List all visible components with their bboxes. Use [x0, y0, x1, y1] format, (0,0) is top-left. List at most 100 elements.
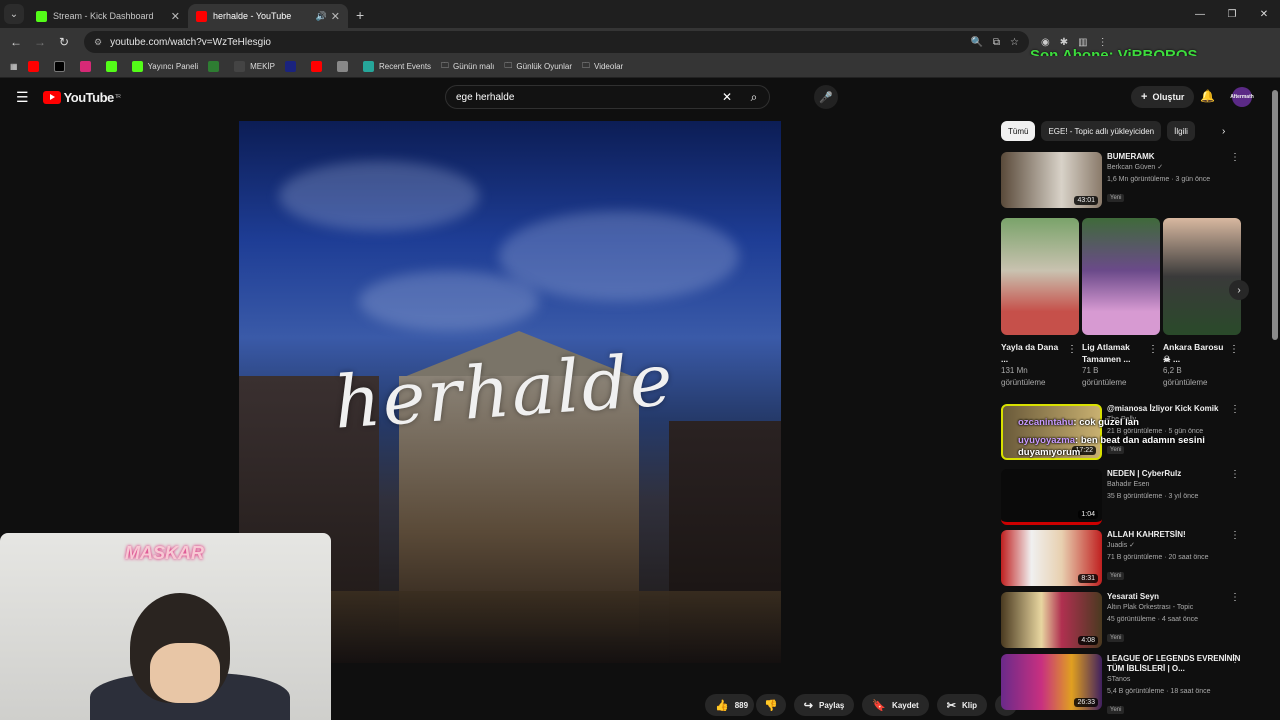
page-scrollbar[interactable]: [1270, 80, 1280, 720]
chip-all[interactable]: Tümü: [1001, 121, 1036, 141]
recommendation-item[interactable]: 43:01 BUMERAMK Berkcan Güven ✓ 1,6 Mn gö…: [1001, 152, 1246, 208]
close-tab-icon[interactable]: ✕: [331, 10, 340, 23]
chip-uploader[interactable]: EGE! - Topic adlı yükleyiciden: [1041, 121, 1162, 141]
short-item[interactable]: Ankara Barosu ☠ ... 6,2 B görüntüleme ⋮: [1163, 218, 1241, 389]
rec-channel[interactable]: Berkcan Güven ✓: [1107, 162, 1246, 174]
shorts-next-icon[interactable]: ›: [1229, 280, 1249, 300]
notifications-bell-icon[interactable]: 🔔: [1200, 89, 1215, 103]
recommendation-item[interactable]: 1:04 NEDEN | CyberRulz Bahadır Esen 35 B…: [1001, 469, 1246, 525]
more-options-icon[interactable]: ⋮: [1229, 344, 1239, 355]
dislike-button[interactable]: 👎: [756, 694, 786, 716]
recommendation-item[interactable]: 8:31 ALLAH KAHRETSİN! Juadis ✓ 71 B görü…: [1001, 530, 1246, 586]
rec-title[interactable]: ALLAH KAHRETSİN!: [1107, 530, 1246, 540]
recommendation-item[interactable]: 26:33 LEAGUE OF LEGENDS EVRENİNİN TÜM İB…: [1001, 654, 1246, 716]
short-thumbnail[interactable]: [1001, 218, 1079, 335]
forward-button[interactable]: →: [28, 35, 52, 49]
rec-channel[interactable]: STanos: [1107, 674, 1246, 686]
rec-title[interactable]: NEDEN | CyberRulz: [1107, 469, 1246, 479]
more-options-icon[interactable]: ⋮: [1230, 654, 1240, 665]
save-button[interactable]: 🔖 Kaydet: [862, 694, 929, 716]
rec-title[interactable]: LEAGUE OF LEGENDS EVRENİNİN TÜM İBLİSLER…: [1107, 654, 1246, 674]
rec-title[interactable]: BUMERAMK: [1107, 152, 1246, 162]
duration-label: 4:08: [1078, 636, 1098, 645]
short-title[interactable]: Yayla da Dana ...: [1001, 341, 1063, 365]
rec-channel[interactable]: Altın Plak Orkestrası - Topic: [1107, 602, 1246, 614]
hamburger-menu-icon[interactable]: ☰: [16, 89, 29, 106]
more-options-icon[interactable]: ⋮: [1067, 344, 1077, 355]
bookmark-image[interactable]: [337, 61, 353, 72]
bookmark-recent-events[interactable]: Recent Events: [363, 61, 431, 72]
create-button[interactable]: + Oluştur: [1131, 86, 1195, 108]
extension-icon[interactable]: ◉: [1041, 37, 1050, 48]
bookmark-yayinci-paneli[interactable]: Yayıncı Paneli: [131, 61, 198, 72]
clear-search-icon[interactable]: ✕: [715, 90, 739, 104]
clip-button[interactable]: ✂ Klip: [936, 694, 988, 716]
short-item[interactable]: Yayla da Dana ... 131 Mn görüntüleme ⋮: [1001, 218, 1079, 389]
video-thumbnail[interactable]: 1:04: [1001, 469, 1102, 525]
short-thumbnail[interactable]: [1163, 218, 1241, 335]
apps-icon[interactable]: ▦: [10, 62, 18, 71]
youtube-logo[interactable]: YouTube TR: [42, 90, 121, 105]
menu-icon[interactable]: ⋮: [1098, 37, 1108, 48]
tab-search-button[interactable]: ⌄: [4, 4, 24, 24]
search-icon[interactable]: ⌕: [739, 90, 769, 105]
address-bar[interactable]: ⚙ youtube.com/watch?v=WzTeHlesgio 🔍 ⧉ ☆: [84, 31, 1029, 53]
bookmark-app[interactable]: [208, 61, 224, 72]
bookmark-instagram[interactable]: [79, 61, 96, 72]
folder-gunun-mali[interactable]: 🗀 Günün malı: [441, 60, 494, 74]
bookmark-x[interactable]: [53, 61, 70, 72]
rec-title[interactable]: Yesarati Seyn: [1107, 592, 1246, 602]
short-thumbnail[interactable]: [1082, 218, 1160, 335]
recommendation-item[interactable]: 4:08 Yesarati Seyn Altın Plak Orkestrası…: [1001, 592, 1246, 648]
rec-meta: 1,6 Mn görüntüleme · 3 gün önce: [1107, 176, 1211, 183]
bookmark-flag[interactable]: [285, 61, 301, 72]
site-info-icon[interactable]: ⚙: [94, 37, 102, 48]
more-options-icon[interactable]: ⋮: [1230, 530, 1240, 541]
rec-title[interactable]: @mianosa İzliyor Kick Komik: [1107, 404, 1246, 414]
short-title[interactable]: Ankara Barosu ☠ ...: [1163, 341, 1225, 365]
folder-videolar[interactable]: 🗀 Videolar: [582, 60, 623, 74]
bookmark-youtube[interactable]: [27, 61, 44, 72]
bookmark-yt2[interactable]: [311, 61, 327, 72]
scrollbar-thumb[interactable]: [1272, 90, 1278, 340]
sidepanel-icon[interactable]: ▥: [1078, 37, 1087, 48]
more-options-icon[interactable]: ⋮: [1230, 404, 1240, 415]
video-thumbnail[interactable]: 43:01: [1001, 152, 1102, 208]
chips-next-icon[interactable]: ›: [1222, 126, 1225, 137]
restore-button[interactable]: ❐: [1216, 0, 1248, 28]
search-input[interactable]: ege herhalde: [456, 92, 715, 103]
folder-gunluk-oyunlar[interactable]: 🗀 Günlük Oyunlar: [504, 60, 572, 74]
like-button[interactable]: 👍 889: [705, 694, 755, 716]
short-item[interactable]: Lig Atlamak Tamamen ... 71 B görüntüleme…: [1082, 218, 1160, 389]
bookmark-star-icon[interactable]: ☆: [1010, 37, 1019, 48]
speaker-icon[interactable]: 🔊: [316, 11, 327, 22]
tab-kick-dashboard[interactable]: Stream - Kick Dashboard ✕: [28, 4, 188, 28]
video-thumbnail[interactable]: 8:31: [1001, 530, 1102, 586]
video-thumbnail[interactable]: 4:08: [1001, 592, 1102, 648]
bookmark-mekip[interactable]: MEKİP: [234, 61, 275, 72]
cast-icon[interactable]: ⧉: [993, 37, 1000, 48]
close-window-button[interactable]: ✕: [1248, 0, 1280, 28]
close-tab-icon[interactable]: ✕: [171, 10, 180, 23]
zoom-icon[interactable]: 🔍: [970, 37, 982, 48]
rec-channel[interactable]: Juadis ✓: [1107, 540, 1246, 552]
reload-button[interactable]: ↻: [52, 35, 76, 49]
voice-search-icon[interactable]: 🎤: [814, 85, 838, 109]
back-button[interactable]: ←: [4, 35, 28, 49]
rec-channel[interactable]: Bahadır Esen: [1107, 479, 1246, 491]
new-tab-button[interactable]: +: [356, 7, 364, 23]
more-options-icon[interactable]: ⋮: [1148, 344, 1158, 355]
minimize-button[interactable]: —: [1184, 0, 1216, 28]
short-title[interactable]: Lig Atlamak Tamamen ...: [1082, 341, 1144, 365]
search-box[interactable]: ege herhalde ✕ ⌕: [445, 85, 770, 109]
more-options-icon[interactable]: ⋮: [1230, 469, 1240, 480]
bookmark-kick[interactable]: [105, 61, 122, 72]
more-options-icon[interactable]: ⋮: [1230, 152, 1240, 163]
video-thumbnail[interactable]: 26:33: [1001, 654, 1102, 710]
more-options-icon[interactable]: ⋮: [1230, 592, 1240, 603]
puzzle-icon[interactable]: ✱: [1060, 37, 1068, 48]
tab-youtube[interactable]: herhalde - YouTube 🔊 ✕: [188, 4, 348, 28]
account-avatar[interactable]: Aftermath: [1230, 87, 1254, 107]
share-button[interactable]: ↪ Paylaş: [793, 694, 855, 716]
chip-related[interactable]: İlgili: [1167, 121, 1195, 141]
